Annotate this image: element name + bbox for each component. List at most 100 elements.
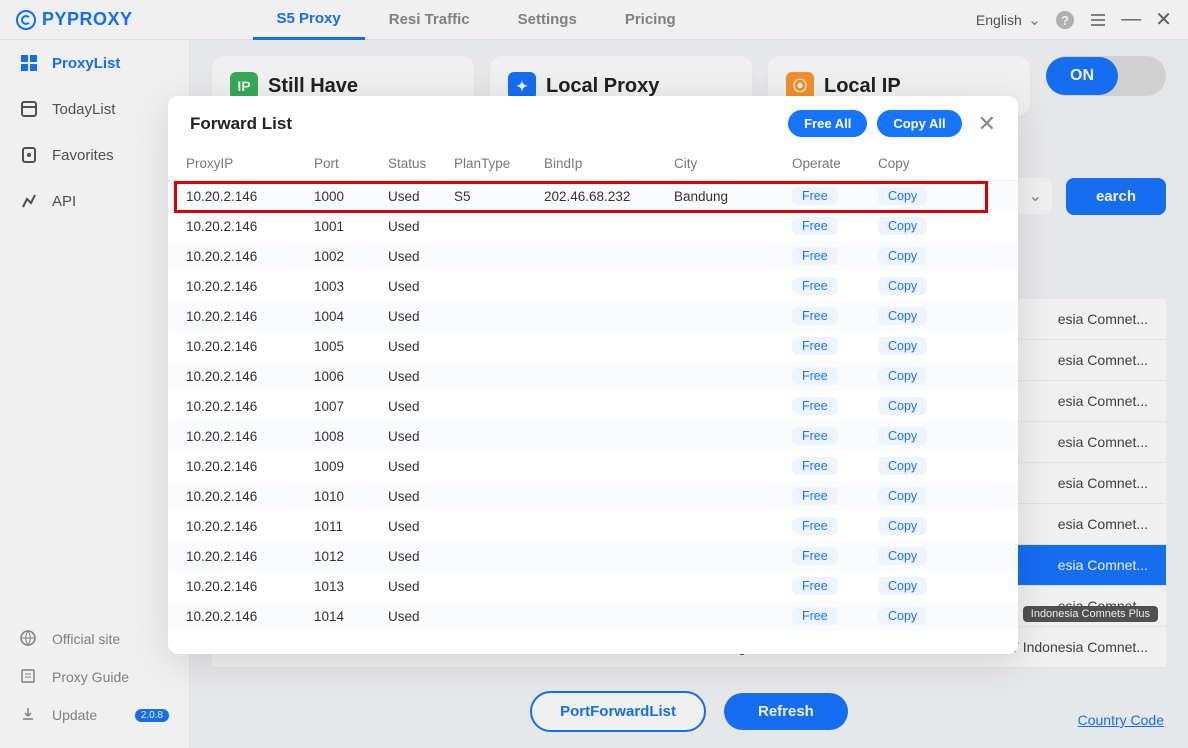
forward-row: 10.20.2.1461004Used Free Copy [168, 301, 1018, 331]
col-operate: Operate [792, 156, 878, 171]
col-proxyip: ProxyIP [186, 156, 314, 171]
forward-row: 10.20.2.1461001UsedFreeCopy [168, 211, 1018, 241]
forward-row: 10.20.2.1461007Used Free Copy [168, 391, 1018, 421]
copy-button[interactable]: Copy [878, 487, 927, 505]
free-button[interactable]: Free [792, 217, 838, 235]
cell-proxyip: 10.20.2.146 [186, 489, 314, 504]
free-button[interactable]: Free [792, 397, 838, 415]
modal-close-icon[interactable]: ✕ [978, 111, 996, 137]
copy-button[interactable]: Copy [878, 397, 927, 415]
copy-button[interactable]: Copy [878, 337, 927, 355]
copy-button[interactable]: Copy [878, 187, 927, 205]
free-button[interactable]: Free [792, 487, 838, 505]
forward-row: 10.20.2.1461014Used Free Copy [168, 601, 1018, 631]
copy-button[interactable]: Copy [878, 247, 927, 265]
cell-proxyip: 10.20.2.146 [186, 399, 314, 414]
free-button[interactable]: Free [792, 427, 838, 445]
forward-row: 10.20.2.1461012Used Free Copy [168, 541, 1018, 571]
cell-status: Used [388, 489, 454, 504]
cell-status: Used [388, 219, 454, 234]
cell-port: 1013 [314, 579, 388, 594]
forward-row: 10.20.2.1461013Used Free Copy [168, 571, 1018, 601]
modal-header: Forward List Free All Copy All ✕ [168, 96, 1018, 147]
cell-city: Bandung [674, 189, 792, 204]
cell-proxyip: 10.20.2.146 [186, 249, 314, 264]
cell-status: Used [388, 579, 454, 594]
cell-proxyip: 10.20.2.146 [186, 279, 314, 294]
forward-row: 10.20.2.1461010Used Free Copy [168, 481, 1018, 511]
cell-status: Used [388, 429, 454, 444]
cell-status: Used [388, 609, 454, 624]
col-city: City [674, 156, 792, 171]
forward-row: 10.20.2.1461002Used Free Copy [168, 241, 1018, 271]
cell-proxyip: 10.20.2.146 [186, 549, 314, 564]
cell-port: 1008 [314, 429, 388, 444]
free-button[interactable]: Free [792, 517, 838, 535]
free-button[interactable]: Free [792, 547, 838, 565]
modal-title: Forward List [190, 114, 292, 134]
forward-row: 10.20.2.1461011UsedFreeCopy [168, 511, 1018, 541]
forward-row: 10.20.2.1461005UsedFreeCopy [168, 331, 1018, 361]
copy-all-button[interactable]: Copy All [877, 110, 961, 137]
copy-button[interactable]: Copy [878, 307, 927, 325]
forward-row: 10.20.2.1461008Used Free Copy [168, 421, 1018, 451]
cell-status: Used [388, 549, 454, 564]
col-bindip: BindIp [544, 156, 674, 171]
cell-proxyip: 10.20.2.146 [186, 189, 314, 204]
copy-button[interactable]: Copy [878, 577, 927, 595]
cell-port: 1003 [314, 279, 388, 294]
cell-port: 1014 [314, 609, 388, 624]
free-button[interactable]: Free [792, 247, 838, 265]
cell-proxyip: 10.20.2.146 [186, 429, 314, 444]
cell-proxyip: 10.20.2.146 [186, 339, 314, 354]
free-button[interactable]: Free [792, 337, 838, 355]
free-button[interactable]: Free [792, 277, 838, 295]
cell-port: 1002 [314, 249, 388, 264]
forward-row: 10.20.2.1461003UsedFreeCopy [168, 271, 1018, 301]
copy-button[interactable]: Copy [878, 607, 927, 625]
cell-bindip: 202.46.68.232 [544, 189, 674, 204]
cell-proxyip: 10.20.2.146 [186, 579, 314, 594]
free-button[interactable]: Free [792, 457, 838, 475]
cell-status: Used [388, 309, 454, 324]
cell-status: Used [388, 399, 454, 414]
cell-port: 1004 [314, 309, 388, 324]
modal-table-header: ProxyIP Port Status PlanType BindIp City… [168, 147, 1018, 181]
cell-status: Used [388, 459, 454, 474]
free-all-button[interactable]: Free All [788, 110, 867, 137]
copy-button[interactable]: Copy [878, 457, 927, 475]
copy-button[interactable]: Copy [878, 547, 927, 565]
cell-proxyip: 10.20.2.146 [186, 459, 314, 474]
cell-port: 1006 [314, 369, 388, 384]
cell-port: 1010 [314, 489, 388, 504]
forward-row: 10.20.2.1461006Used Free Copy [168, 361, 1018, 391]
forward-row: 10.20.2.1461000UsedS5202.46.68.232Bandun… [168, 181, 1018, 211]
cell-status: Used [388, 249, 454, 264]
cell-port: 1011 [314, 519, 388, 534]
forward-row: 10.20.2.1461009Used Free Copy [168, 451, 1018, 481]
cell-proxyip: 10.20.2.146 [186, 309, 314, 324]
cell-proxyip: 10.20.2.146 [186, 609, 314, 624]
cell-port: 1012 [314, 549, 388, 564]
free-button[interactable]: Free [792, 307, 838, 325]
copy-button[interactable]: Copy [878, 427, 927, 445]
cell-status: Used [388, 189, 454, 204]
free-button[interactable]: Free [792, 367, 838, 385]
cell-port: 1000 [314, 189, 388, 204]
cell-proxyip: 10.20.2.146 [186, 519, 314, 534]
forward-list-modal: Forward List Free All Copy All ✕ ProxyIP… [168, 96, 1018, 654]
cell-port: 1007 [314, 399, 388, 414]
free-button[interactable]: Free [792, 607, 838, 625]
cell-proxyip: 10.20.2.146 [186, 369, 314, 384]
copy-button[interactable]: Copy [878, 277, 927, 295]
cell-port: 1001 [314, 219, 388, 234]
col-port: Port [314, 156, 388, 171]
free-button[interactable]: Free [792, 577, 838, 595]
copy-button[interactable]: Copy [878, 517, 927, 535]
copy-button[interactable]: Copy [878, 367, 927, 385]
free-button[interactable]: Free [792, 187, 838, 205]
cell-status: Used [388, 369, 454, 384]
copy-button[interactable]: Copy [878, 217, 927, 235]
cell-port: 1009 [314, 459, 388, 474]
cell-status: Used [388, 339, 454, 354]
